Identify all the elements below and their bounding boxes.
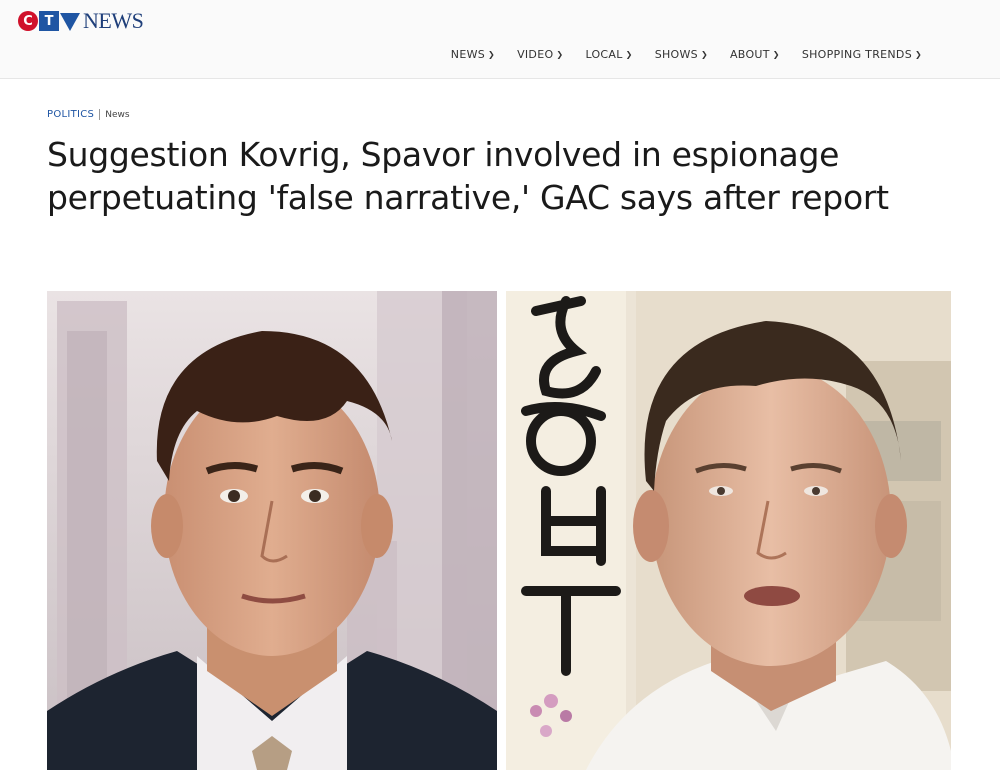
logo-c-mark: C	[18, 11, 38, 31]
nav-item-shopping-trends[interactable]: SHOPPING TRENDS ❯	[802, 48, 922, 61]
breadcrumb-subsection-link[interactable]: News	[105, 110, 129, 120]
nav-item-label: SHOWS	[654, 48, 698, 61]
nav-item-shows[interactable]: SHOWS ❯	[655, 48, 708, 61]
chevron-down-icon: ❯	[625, 50, 633, 59]
chevron-down-icon: ❯	[914, 50, 922, 59]
chevron-down-icon: ❯	[700, 50, 708, 59]
site-header: C T NEWS NEWS ❯ VIDEO ❯ LOCAL ❯ SHOWS ❯ ABOU…	[0, 0, 1000, 79]
nav-item-news[interactable]: NEWS ❯	[451, 48, 495, 61]
logo-news-text: NEWS	[83, 8, 144, 33]
photo-right-illustration	[506, 291, 951, 770]
main-nav: NEWS ❯ VIDEO ❯ LOCAL ❯ SHOWS ❯ ABOUT ❯ SHOPPI…	[451, 48, 922, 61]
breadcrumb-section-link[interactable]: POLITICS	[47, 109, 94, 120]
nav-item-label: ABOUT	[729, 48, 770, 61]
ctv-news-logo[interactable]: C T NEWS	[18, 6, 144, 36]
chevron-down-icon: ❯	[772, 50, 780, 59]
breadcrumb-divider	[99, 109, 101, 120]
nav-item-local[interactable]: LOCAL ❯	[585, 48, 632, 61]
nav-item-about[interactable]: ABOUT ❯	[730, 48, 780, 61]
nav-item-label: VIDEO	[517, 48, 554, 61]
article-headline: Suggestion Kovrig, Spavor involved in es…	[47, 135, 889, 217]
breadcrumb: POLITICS News	[47, 109, 130, 120]
chevron-down-icon: ❯	[556, 50, 564, 59]
photo-left-illustration	[47, 291, 497, 770]
nav-item-label: LOCAL	[585, 48, 623, 61]
chevron-down-icon: ❯	[488, 50, 496, 59]
article-photo-right	[506, 291, 951, 770]
logo-t-mark: T	[39, 11, 59, 31]
nav-item-label: SHOPPING TRENDS	[801, 48, 912, 61]
nav-item-video[interactable]: VIDEO ❯	[517, 48, 563, 61]
article-photo-left	[47, 291, 497, 770]
logo-v-mark	[60, 13, 80, 31]
nav-item-label: NEWS	[450, 48, 486, 61]
